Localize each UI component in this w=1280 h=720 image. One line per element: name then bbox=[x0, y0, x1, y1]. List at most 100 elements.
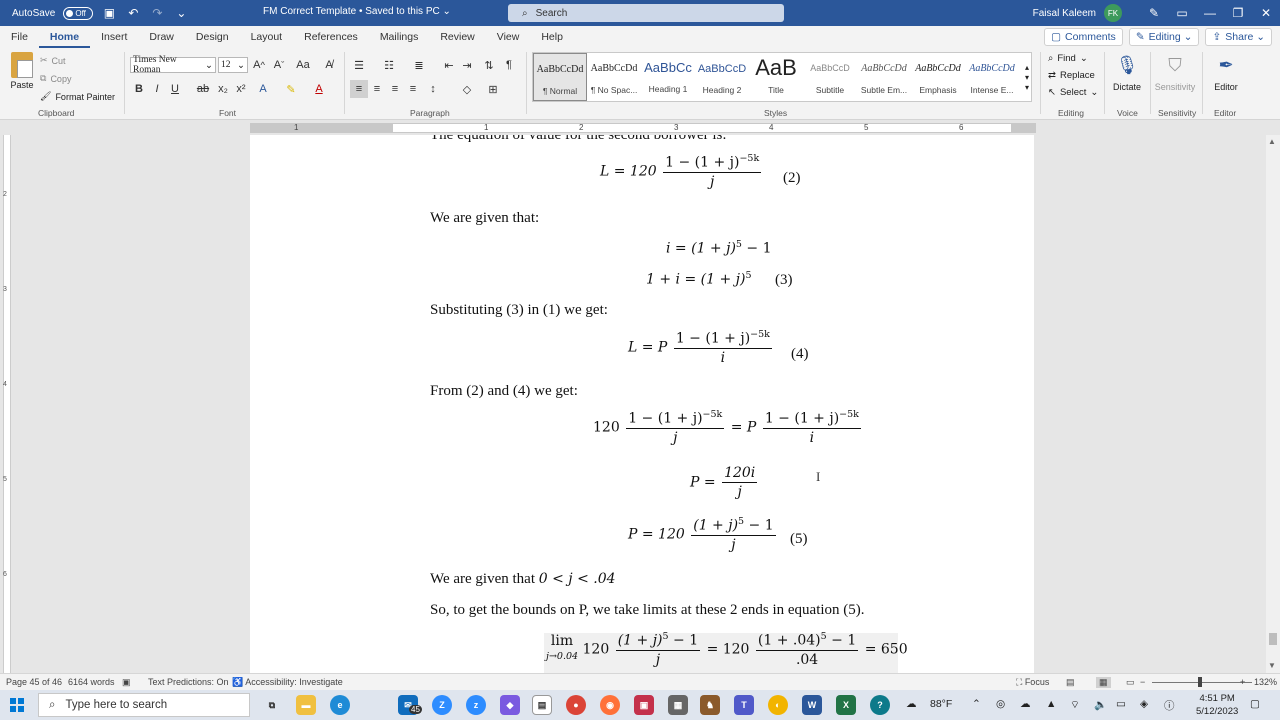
bold-button[interactable]: B bbox=[130, 80, 148, 98]
scroll-thumb[interactable] bbox=[1269, 633, 1277, 645]
shrink-font-button[interactable]: Aˇ bbox=[270, 56, 288, 74]
cut-button[interactable]: ✂ Cut bbox=[40, 55, 66, 66]
notifications-icon[interactable]: ▢ bbox=[1250, 698, 1260, 710]
highlight-color-button[interactable]: ✎ bbox=[282, 80, 300, 98]
style-heading-1[interactable]: AaBbCc Heading 1 bbox=[641, 53, 695, 101]
style-title[interactable]: AaB Title bbox=[749, 53, 803, 101]
font-color-button[interactable]: A bbox=[310, 80, 328, 98]
style-normal[interactable]: AaBbCcDd ¶ Normal bbox=[533, 53, 587, 101]
task-view-icon[interactable]: ⧉ bbox=[262, 695, 282, 715]
zoom-out-icon[interactable]: − bbox=[1140, 677, 1145, 687]
find-button[interactable]: ⌕ Find ⌄ bbox=[1048, 53, 1088, 64]
scroll-down-icon[interactable]: ▼ bbox=[1268, 661, 1276, 670]
customize-toolbar-icon[interactable]: ⌄ bbox=[173, 5, 189, 21]
decrease-indent-icon[interactable]: ⇤ bbox=[440, 56, 458, 74]
teams-icon[interactable]: T bbox=[734, 695, 754, 715]
style-no-spacing[interactable]: AaBbCcDd ¶ No Spac... bbox=[587, 53, 641, 101]
style-subtle-emphasis[interactable]: AaBbCcDd Subtle Em... bbox=[857, 53, 911, 101]
grow-font-button[interactable]: A ^ bbox=[250, 56, 268, 74]
underline-button[interactable]: U bbox=[166, 80, 184, 98]
tab-references[interactable]: References bbox=[293, 26, 369, 48]
align-right-icon[interactable]: ≡ bbox=[386, 80, 404, 98]
style-intense-emphasis[interactable]: AaBbCcDd Intense E... bbox=[965, 53, 1019, 101]
style-emphasis[interactable]: AaBbCcDd Emphasis bbox=[911, 53, 965, 101]
store-icon[interactable]: ▤ bbox=[532, 695, 552, 715]
horizontal-ruler[interactable]: 1 1 2 3 4 5 6 bbox=[0, 121, 1280, 135]
zoom-in-icon[interactable]: + bbox=[1240, 677, 1245, 687]
chrome-icon[interactable]: ● bbox=[566, 695, 586, 715]
show-marks-icon[interactable]: ¶ bbox=[500, 56, 518, 74]
weather-icon[interactable]: ☁ bbox=[906, 698, 917, 710]
restore-button[interactable]: ❐ bbox=[1224, 0, 1252, 26]
ribbon-display-icon[interactable]: ▭ bbox=[1168, 0, 1196, 26]
edge-icon[interactable]: e bbox=[330, 695, 350, 715]
align-left-icon[interactable]: ≡ bbox=[350, 80, 368, 98]
editor-button[interactable]: ✒ Editor bbox=[1205, 52, 1247, 93]
vertical-scrollbar[interactable]: ▲ ▼ bbox=[1266, 135, 1280, 673]
print-layout-icon[interactable]: ▦ bbox=[1096, 677, 1111, 688]
language-icon[interactable]: ⓘ bbox=[1164, 698, 1175, 713]
tab-layout[interactable]: Layout bbox=[240, 26, 294, 48]
word-icon[interactable]: W bbox=[802, 695, 822, 715]
tab-mailings[interactable]: Mailings bbox=[369, 26, 430, 48]
style-subtitle[interactable]: AaBbCcD Subtitle bbox=[803, 53, 857, 101]
replace-button[interactable]: ⇄ Replace bbox=[1048, 70, 1095, 81]
text-predictions-status[interactable]: Text Predictions: On bbox=[148, 677, 229, 687]
font-size-select[interactable]: 12 ⌄ bbox=[218, 57, 248, 73]
word-count[interactable]: 6164 words bbox=[68, 677, 115, 687]
tab-file[interactable]: File bbox=[0, 26, 39, 48]
firefox-icon[interactable]: ◉ bbox=[600, 695, 620, 715]
network-icon[interactable]: ◎ bbox=[996, 698, 1005, 710]
avatar[interactable]: FK bbox=[1104, 4, 1122, 22]
tab-home[interactable]: Home bbox=[38, 26, 91, 48]
file-explorer-icon[interactable]: ▬ bbox=[296, 695, 316, 715]
superscript-button[interactable]: x² bbox=[232, 80, 250, 98]
weather-temp[interactable]: 88°F bbox=[930, 698, 952, 710]
taskbar-search[interactable]: ⌕ Type here to search bbox=[38, 693, 250, 717]
app-icon[interactable]: ◆ bbox=[500, 695, 520, 715]
help-icon[interactable]: ? bbox=[870, 695, 890, 715]
text-effects-button[interactable]: A bbox=[254, 80, 272, 98]
format-painter-button[interactable]: 🖌 Format Painter bbox=[40, 91, 115, 102]
zoom-app-icon[interactable]: Z bbox=[432, 695, 452, 715]
comments-button[interactable]: ▢ Comments bbox=[1044, 28, 1123, 46]
justify-icon[interactable]: ≡ bbox=[404, 80, 422, 98]
vertical-ruler[interactable]: 2 3 4 5 6 bbox=[0, 135, 14, 673]
show-hidden-icons[interactable]: ⌃ bbox=[972, 698, 981, 710]
search-box[interactable]: ⌕ Search bbox=[508, 4, 784, 22]
wifi-icon[interactable]: ⌔ bbox=[1070, 698, 1080, 712]
clear-formatting-icon[interactable]: A̸ bbox=[320, 56, 338, 74]
multilevel-list-icon[interactable]: ≣ bbox=[410, 56, 428, 74]
strikethrough-button[interactable]: ab bbox=[194, 80, 212, 98]
editing-mode-button[interactable]: ✎ Editing ⌄ bbox=[1128, 28, 1200, 46]
align-center-icon[interactable]: ≡ bbox=[368, 80, 386, 98]
excel-icon[interactable]: X bbox=[836, 695, 856, 715]
subscript-button[interactable]: x₂ bbox=[214, 80, 232, 98]
tab-insert[interactable]: Insert bbox=[90, 26, 138, 48]
scroll-up-icon[interactable]: ▲ bbox=[1268, 137, 1276, 146]
shading-icon[interactable]: ◇ bbox=[458, 80, 476, 98]
battery-icon[interactable]: ▭ bbox=[1116, 698, 1126, 710]
read-mode-icon[interactable]: ▤ bbox=[1066, 677, 1075, 688]
style-heading-2[interactable]: AaBbCcD Heading 2 bbox=[695, 53, 749, 101]
tab-draw[interactable]: Draw bbox=[138, 26, 185, 48]
line-spacing-icon[interactable]: ↕ bbox=[424, 80, 442, 98]
volume-icon[interactable]: 🔈 bbox=[1094, 698, 1107, 711]
zoom-slider[interactable] bbox=[1152, 682, 1252, 683]
windows-start-icon[interactable] bbox=[10, 698, 24, 712]
document-page[interactable]: The equation of value for the second bor… bbox=[250, 135, 1034, 673]
copy-button[interactable]: ⧉ Copy bbox=[40, 73, 71, 84]
paste-button[interactable]: Paste bbox=[10, 52, 34, 90]
tab-view[interactable]: View bbox=[486, 26, 531, 48]
zoom-meetings-icon[interactable]: z bbox=[466, 695, 486, 715]
tab-design[interactable]: Design bbox=[185, 26, 240, 48]
focus-button[interactable]: ⛶ Focus bbox=[1016, 677, 1049, 688]
web-layout-icon[interactable]: ▭ bbox=[1126, 677, 1135, 688]
tab-help[interactable]: Help bbox=[530, 26, 574, 48]
page-count[interactable]: Page 45 of 46 bbox=[6, 677, 62, 687]
app-icon[interactable]: ▦ bbox=[668, 695, 688, 715]
borders-icon[interactable]: ⊞ bbox=[484, 80, 502, 98]
share-button[interactable]: ⇪ Share ⌄ bbox=[1205, 28, 1272, 46]
increase-indent-icon[interactable]: ⇥ bbox=[458, 56, 476, 74]
redo-icon[interactable]: ↷ bbox=[149, 5, 165, 21]
